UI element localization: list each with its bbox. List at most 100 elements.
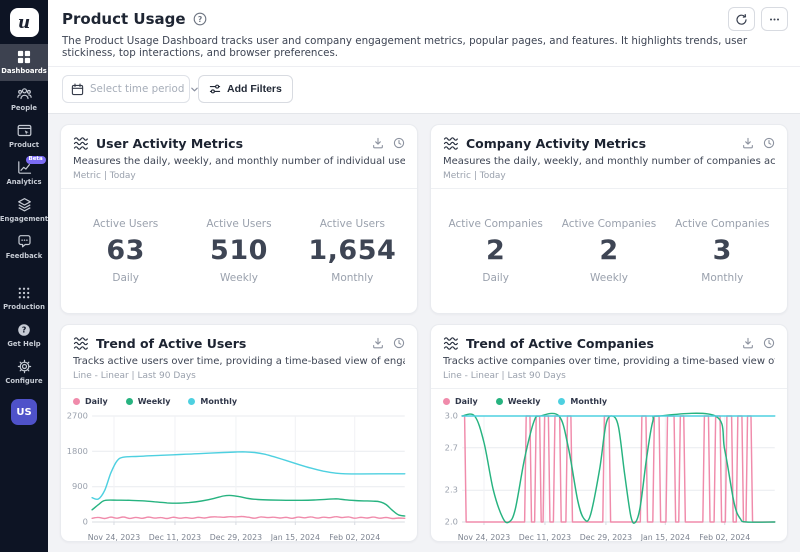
user-avatar[interactable]: US [11,399,37,425]
sidebar-item-label: Analytics [6,178,41,186]
sidebar-item-get-help[interactable]: ? Get Help [0,317,48,354]
metric-label: Active Companies [552,218,665,230]
metric-label: Active Users [296,218,409,230]
metric-monthly-active-companies: Active Companies 3 Monthly [666,218,779,284]
trend-active-users-chart: 090018002700Nov 24, 2023Dec 11, 2023Dec … [65,408,411,542]
metric-daily-active-companies: Active Companies 2 Daily [439,218,552,284]
chat-bubble-icon [17,234,32,249]
metric-waves-icon [443,135,459,151]
legend-item-monthly[interactable]: Monthly [188,397,237,406]
legend-dot-monthly [188,398,195,405]
legend-item-weekly[interactable]: Weekly [496,397,541,406]
metric-monthly-active-users: Active Users 1,654 Monthly [296,218,409,284]
card-description: Tracks active companies over time, provi… [443,356,775,367]
legend-item-daily[interactable]: Daily [73,397,108,406]
card-title: Trend of Active Companies [466,336,654,351]
dashboards-grid-icon [17,49,31,64]
card-title: User Activity Metrics [96,136,243,151]
refresh-button[interactable] [728,7,755,31]
page-description: The Product Usage Dashboard tracks user … [62,35,788,59]
legend-dot-daily [73,398,80,405]
svg-text:Dec 11, 2023: Dec 11, 2023 [149,533,201,542]
metric-period: Monthly [666,272,779,284]
card-user-activity-metrics: User Activity Metrics Measures the daily… [60,124,418,314]
add-filters-button[interactable]: Add Filters [198,75,293,103]
svg-text:Nov 24, 2023: Nov 24, 2023 [458,533,511,542]
time-period-placeholder: Select time period [90,83,184,95]
metric-period: Monthly [296,272,409,284]
metric-value: 2 [552,235,665,266]
metric-value: 2 [439,235,552,266]
download-icon[interactable] [742,137,754,149]
sidebar-item-dashboards[interactable]: Dashboards [0,44,48,81]
metric-label: Active Users [69,218,182,230]
legend-dot-weekly [496,398,503,405]
beta-badge: Beta [26,156,46,164]
svg-text:900: 900 [72,481,88,491]
sidebar-item-product[interactable]: Product [0,118,48,155]
svg-text:Feb 02, 2024: Feb 02, 2024 [699,533,750,542]
svg-text:Dec 29, 2023: Dec 29, 2023 [580,533,632,542]
svg-text:0: 0 [83,517,88,527]
sidebar-item-label: People [11,104,37,112]
legend-label: Monthly [570,397,607,406]
sidebar-item-feedback[interactable]: Feedback [0,229,48,266]
sidebar-item-engagement[interactable]: Engagement [0,192,48,229]
download-icon[interactable] [372,337,384,349]
download-icon[interactable] [742,337,754,349]
card-trend-active-companies: Trend of Active Companies Tracks active … [430,324,788,542]
metric-waves-icon [73,335,89,351]
svg-text:Nov 24, 2023: Nov 24, 2023 [88,533,141,542]
metric-value: 510 [182,235,295,266]
sidebar-item-label: Feedback [6,252,42,260]
card-meta: Metric | Today [443,171,775,181]
metric-weekly-active-users: Active Users 510 Weekly [182,218,295,284]
legend-item-daily[interactable]: Daily [443,397,478,406]
trend-active-companies-chart: 2.02.32.73.0Nov 24, 2023Dec 11, 2023Dec … [435,408,781,542]
sidebar-item-production[interactable]: Production [0,280,48,317]
clock-icon[interactable] [763,137,775,149]
help-circle-icon: ? [17,322,31,337]
svg-text:?: ? [22,325,27,334]
card-meta: Line - Linear | Last 90 Days [443,371,775,381]
legend-label: Monthly [200,397,237,406]
legend-label: Weekly [508,397,541,406]
metric-label: Active Users [182,218,295,230]
sidebar-item-analytics[interactable]: Beta Analytics [0,155,48,192]
legend-item-monthly[interactable]: Monthly [558,397,607,406]
card-meta: Metric | Today [73,171,405,181]
svg-text:Jan 15, 2024: Jan 15, 2024 [270,533,320,542]
legend-item-weekly[interactable]: Weekly [126,397,171,406]
sidebar-item-label: Dashboards [1,67,47,75]
help-icon[interactable]: ? [193,12,207,26]
svg-text:1800: 1800 [67,446,88,456]
more-options-button[interactable] [761,7,788,31]
app-logo-letter: u [18,13,30,33]
download-icon[interactable] [372,137,384,149]
filter-sliders-icon [209,83,221,95]
card-description: Measures the daily, weekly, and monthly … [443,156,775,167]
clock-icon[interactable] [393,137,405,149]
legend-label: Weekly [138,397,171,406]
chart-legend: Daily Weekly Monthly [431,389,787,408]
time-period-select[interactable]: Select time period [62,75,190,103]
svg-text:2.7: 2.7 [445,442,458,452]
legend-label: Daily [85,397,108,406]
add-filters-label: Add Filters [227,83,282,95]
card-description: Tracks active users over time, providing… [73,356,405,367]
legend-dot-monthly [558,398,565,405]
metric-period: Daily [69,272,182,284]
sidebar-item-label: Configure [5,377,42,385]
clock-icon[interactable] [393,337,405,349]
dashboard-grid: User Activity Metrics Measures the daily… [48,114,800,552]
card-meta: Line - Linear | Last 90 Days [73,371,405,381]
clock-icon[interactable] [763,337,775,349]
sidebar-item-configure[interactable]: Configure [0,354,48,391]
sidebar-item-label: Production [3,303,45,311]
svg-text:3.0: 3.0 [445,411,458,421]
metric-value: 3 [666,235,779,266]
app-logo[interactable]: u [10,8,39,37]
sidebar-item-people[interactable]: People [0,81,48,118]
svg-text:?: ? [197,15,201,24]
page-title: Product Usage [62,10,186,28]
